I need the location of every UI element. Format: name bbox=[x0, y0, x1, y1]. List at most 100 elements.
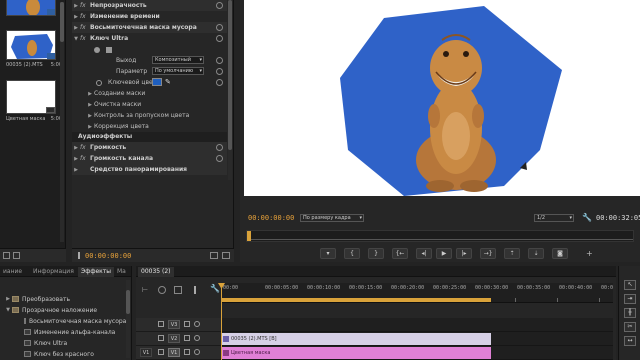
resolution-dropdown[interactable]: 1/2 bbox=[534, 214, 574, 222]
filter-icon[interactable] bbox=[222, 252, 230, 259]
track-label[interactable]: V2 bbox=[168, 334, 180, 343]
marker-icon[interactable] bbox=[78, 252, 83, 259]
eye-icon[interactable] bbox=[194, 335, 200, 341]
fx-icon[interactable]: fx bbox=[80, 24, 90, 31]
key-color-swatch[interactable] bbox=[152, 78, 162, 86]
reset-icon[interactable] bbox=[216, 57, 223, 64]
expand-arrow-icon[interactable]: ▶ bbox=[86, 113, 94, 119]
marker-icon[interactable] bbox=[194, 286, 199, 294]
reset-icon[interactable] bbox=[216, 144, 223, 151]
expand-arrow-icon[interactable]: ▶ bbox=[72, 167, 80, 173]
thumbnail-item[interactable]: 00035 (2).MTS 5:00 bbox=[6, 30, 62, 68]
eye-icon[interactable] bbox=[194, 321, 200, 327]
work-area-bar[interactable] bbox=[221, 298, 491, 302]
effect-row[interactable]: ▶ Средство панорамирования bbox=[72, 164, 227, 175]
slip-tool[interactable]: ↔ bbox=[624, 336, 636, 346]
eye-icon[interactable] bbox=[194, 349, 200, 355]
list-view-icon[interactable] bbox=[3, 252, 10, 259]
reset-icon[interactable] bbox=[216, 155, 223, 162]
track-select-tool[interactable]: ⇥ bbox=[624, 294, 636, 304]
export-frame-icon[interactable] bbox=[210, 252, 218, 259]
effect-row[interactable]: ▼ fx Ключ Ultra bbox=[72, 33, 227, 44]
source-patch-v1[interactable]: V1 bbox=[140, 348, 152, 357]
collapse-arrow-icon[interactable]: ▼ bbox=[4, 307, 12, 313]
expand-arrow-icon[interactable]: ▶ bbox=[72, 3, 80, 9]
program-monitor-viewport[interactable] bbox=[244, 0, 640, 196]
expand-arrow-icon[interactable]: ▶ bbox=[72, 145, 80, 151]
wrench-icon[interactable]: 🔧 bbox=[582, 213, 592, 222]
razor-tool[interactable]: ✂ bbox=[624, 322, 636, 332]
rectangle-mask-icon[interactable] bbox=[106, 46, 112, 53]
effect-row[interactable]: ▶ fx Непрозрачность bbox=[72, 0, 227, 11]
thumbnail-image[interactable] bbox=[6, 30, 56, 60]
step-forward-button[interactable]: |▸ bbox=[456, 248, 472, 259]
add-button-icon[interactable]: + bbox=[586, 249, 593, 258]
monitor-scrub-bar[interactable] bbox=[246, 230, 634, 242]
scrollbar[interactable] bbox=[126, 280, 130, 358]
timeline-playhead[interactable] bbox=[221, 283, 222, 360]
subgroup-row[interactable]: ▶ Коррекция цвета bbox=[72, 121, 227, 132]
thumbnail-item[interactable]: Цветная маска 5:00 bbox=[6, 80, 62, 122]
wrench-icon[interactable]: 🔧 bbox=[210, 284, 220, 293]
play-button[interactable]: ▶ bbox=[436, 248, 452, 259]
timeline-clip[interactable]: 00035 (2).MTS [В] bbox=[221, 333, 491, 345]
lock-icon[interactable] bbox=[158, 349, 164, 355]
lock-icon[interactable] bbox=[158, 335, 164, 341]
sync-lock-icon[interactable] bbox=[184, 349, 190, 355]
tree-item[interactable]: Ключ Ultra bbox=[0, 338, 125, 348]
thumbnail-item[interactable] bbox=[6, 0, 62, 18]
reset-icon[interactable] bbox=[216, 24, 223, 31]
effect-row[interactable]: ▶ fx Громкость канала bbox=[72, 153, 227, 164]
extract-button[interactable]: ⇣ bbox=[528, 248, 544, 259]
effect-row[interactable]: ▶ fx Громкость bbox=[72, 142, 227, 153]
track-label[interactable]: V1 bbox=[168, 348, 180, 357]
linked-selection-icon[interactable] bbox=[158, 286, 166, 294]
thumbnail-image[interactable] bbox=[6, 0, 56, 16]
fx-icon[interactable]: fx bbox=[80, 155, 90, 162]
thumbnail-image[interactable] bbox=[6, 80, 56, 114]
monitor-current-timecode[interactable]: 00:00:00:00 bbox=[248, 214, 294, 222]
track-label[interactable]: V3 bbox=[168, 320, 180, 329]
mark-in-button[interactable]: { bbox=[344, 248, 360, 259]
tab-markers[interactable]: Ма bbox=[114, 267, 129, 277]
effect-controls-timecode[interactable]: 00:00:00:00 bbox=[85, 252, 131, 260]
effect-row[interactable]: ▶ fx Восьмиточечная маска мусора bbox=[72, 22, 227, 33]
fx-icon[interactable]: fx bbox=[80, 2, 90, 9]
fx-icon[interactable]: fx bbox=[80, 144, 90, 151]
subgroup-row[interactable]: ▶ Создание маски bbox=[72, 88, 227, 99]
setting-dropdown[interactable]: По умолчанию bbox=[152, 67, 204, 75]
subgroup-row[interactable]: ▶ Очистка маски bbox=[72, 99, 227, 110]
reset-icon[interactable] bbox=[216, 35, 223, 42]
tree-item[interactable]: ▶ Преобразовать bbox=[0, 294, 125, 304]
track-lane-v2[interactable]: 00035 (2).MTS [В] bbox=[221, 332, 613, 346]
step-back-button[interactable]: ◂| bbox=[416, 248, 432, 259]
tab-media-browser[interactable]: иание bbox=[0, 267, 25, 277]
reset-icon[interactable] bbox=[216, 79, 223, 86]
subgroup-row[interactable]: ▶ Контроль за пропуском цвета bbox=[72, 110, 227, 121]
export-frame-button[interactable]: ◙ bbox=[552, 248, 568, 259]
add-marker-button[interactable]: ▾ bbox=[320, 248, 336, 259]
expand-arrow-icon[interactable]: ▶ bbox=[4, 296, 12, 302]
selection-tool[interactable]: ↖ bbox=[624, 280, 636, 290]
reset-icon[interactable] bbox=[216, 2, 223, 9]
reset-icon[interactable] bbox=[216, 68, 223, 75]
timeline-clip[interactable]: Цветная маска bbox=[221, 347, 491, 359]
tree-item[interactable]: Ключ без красного bbox=[0, 349, 125, 359]
expand-arrow-icon[interactable]: ▶ bbox=[86, 102, 94, 108]
tab-info[interactable]: Информация bbox=[30, 267, 77, 277]
tab-effects[interactable]: Эффекты bbox=[78, 267, 114, 277]
tree-item[interactable]: ▼ Прозрачное наложение bbox=[0, 305, 125, 315]
track-lane-v1[interactable]: Цветная маска bbox=[221, 346, 613, 360]
add-marker-icon[interactable] bbox=[174, 286, 182, 294]
tree-item[interactable]: Восьмиточечная маска мусора bbox=[0, 316, 126, 326]
scrollbar[interactable] bbox=[60, 2, 64, 242]
track-lane-v3[interactable] bbox=[221, 318, 613, 332]
icon-view-icon[interactable] bbox=[13, 252, 20, 259]
scrollbar[interactable] bbox=[228, 0, 232, 180]
expand-arrow-icon[interactable]: ▶ bbox=[72, 25, 80, 31]
expand-arrow-icon[interactable]: ▶ bbox=[86, 91, 94, 97]
expand-arrow-icon[interactable]: ▶ bbox=[72, 156, 80, 162]
collapse-arrow-icon[interactable]: ▼ bbox=[72, 36, 80, 42]
ellipse-mask-icon[interactable] bbox=[94, 46, 100, 53]
effect-row[interactable]: ▶ fx Изменение времени bbox=[72, 11, 227, 22]
